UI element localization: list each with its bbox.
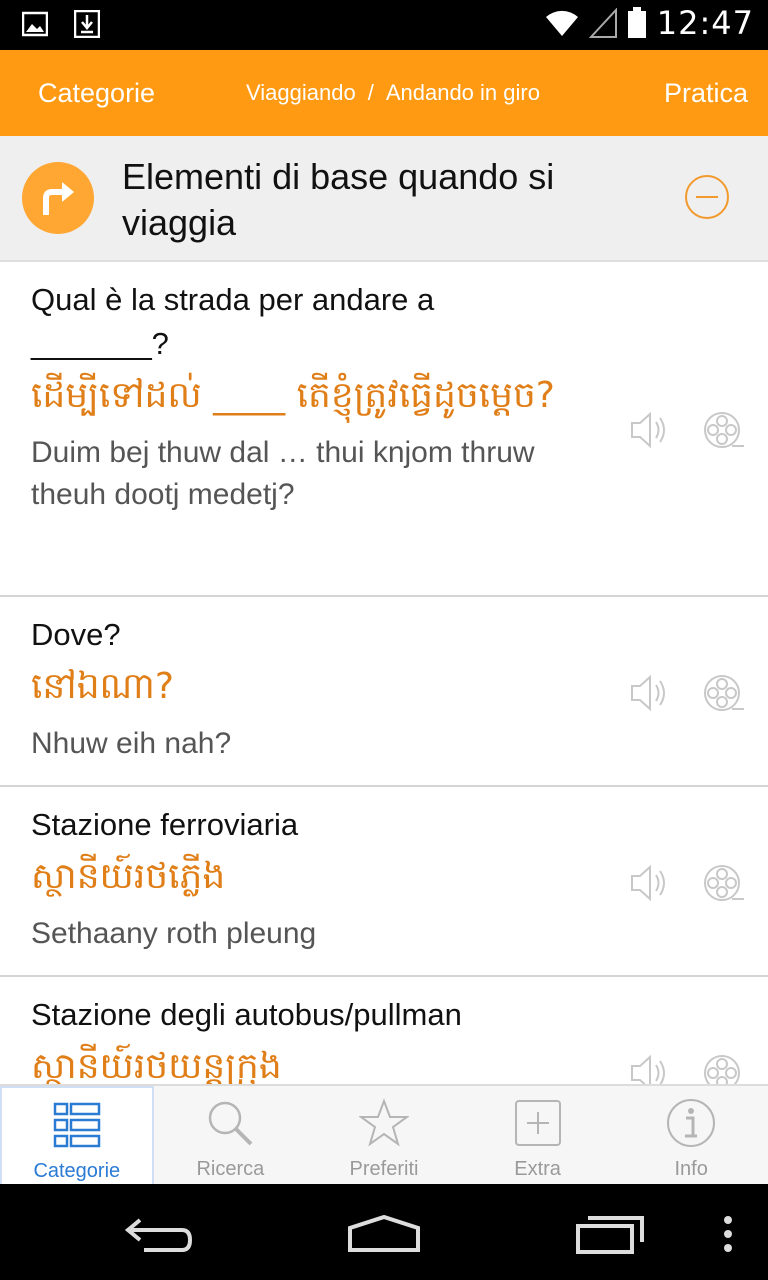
practice-button[interactable]: Pratica: [664, 50, 748, 136]
download-notification-icon: [74, 10, 100, 38]
list-grid-icon: [53, 1102, 101, 1148]
tab-label: Extra: [514, 1158, 561, 1180]
speaker-icon[interactable]: [628, 861, 672, 905]
tab-label: Ricerca: [196, 1158, 265, 1180]
breadcrumb-item-getting-around[interactable]: Andando in giro: [386, 80, 540, 105]
back-icon[interactable]: [124, 1214, 194, 1254]
image-notification-icon: [22, 11, 48, 37]
list-item[interactable]: Stazione ferroviaria ស្ថានីយ៍រថភ្លើង Set…: [0, 787, 768, 977]
phrase-native: Qual è la strada per andare a _______?: [31, 282, 435, 361]
record-reel-icon[interactable]: [702, 861, 746, 905]
record-reel-icon[interactable]: [702, 671, 746, 715]
system-nav-bar: [0, 1184, 768, 1280]
tab-label: Categorie: [33, 1160, 121, 1182]
phrase-foreign: ស្ថានីយ៍រថភ្លើង: [31, 856, 226, 897]
breadcrumb-item-travel[interactable]: Viaggiando: [246, 80, 356, 105]
tab-extra[interactable]: Extra: [461, 1086, 615, 1186]
list-item[interactable]: Dove? នៅឯណា? Nhuw eih nah?: [0, 597, 768, 787]
phrase-foreign: ស្ថានីយ៍រថយន្តក្រុង: [31, 1046, 282, 1084]
phrase-romanization: Duim bej thuw dal … thui knjom thruw the…: [31, 436, 535, 511]
app-header: Categorie Viaggiando / Andando in giro Pra…: [0, 50, 768, 136]
phrase-foreign: ដើម្បីទៅដល់ ____ តើខ្ញុំត្រូវធ្វើដូចម្តេ…: [31, 375, 555, 416]
star-icon: [358, 1098, 409, 1147]
phrase-native: Stazione degli autobus/pullman: [31, 997, 462, 1032]
phrase-romanization: Sethaany roth pleung: [31, 917, 317, 950]
phrase-romanization: Nhuw eih nah?: [31, 727, 232, 760]
tab-info[interactable]: Info: [614, 1086, 768, 1186]
tab-label: Info: [674, 1158, 708, 1180]
overflow-menu-icon[interactable]: [720, 1214, 736, 1254]
battery-icon: [627, 7, 646, 38]
tab-label: Preferiti: [349, 1158, 419, 1180]
phrase-native: Dove?: [31, 617, 121, 652]
breadcrumb: Viaggiando / Andando in giro: [246, 50, 540, 136]
categories-button[interactable]: Categorie: [38, 50, 155, 136]
category-title: Elementi di base quando si viaggia: [122, 156, 555, 243]
speaker-icon[interactable]: [628, 408, 672, 452]
info-icon: [667, 1099, 716, 1147]
wifi-icon: [545, 10, 578, 37]
record-reel-icon[interactable]: [702, 408, 746, 452]
list-item[interactable]: Qual è la strada per andare a _______? ដ…: [0, 262, 768, 597]
tab-favorites[interactable]: Preferiti: [307, 1086, 461, 1186]
home-icon[interactable]: [346, 1214, 422, 1254]
turn-right-arrow-icon: [43, 182, 74, 215]
collapse-minus-icon[interactable]: [684, 174, 730, 220]
speaker-icon[interactable]: [628, 1051, 672, 1084]
search-icon: [209, 1101, 253, 1146]
plus-box-icon: [514, 1100, 561, 1146]
status-bar: 12:47: [0, 0, 768, 50]
bottom-tab-bar: Categorie Ricerca Preferiti Extra Info: [0, 1084, 768, 1186]
tab-search[interactable]: Ricerca: [154, 1086, 308, 1186]
breadcrumb-separator: /: [367, 80, 374, 105]
phrase-list[interactable]: Qual è la strada per andare a _______? ដ…: [0, 262, 768, 1084]
speaker-icon[interactable]: [628, 671, 672, 715]
signal-icon: [588, 8, 617, 38]
category-icon: [22, 162, 94, 234]
record-reel-icon[interactable]: [702, 1051, 746, 1084]
recent-apps-icon[interactable]: [574, 1212, 646, 1256]
list-item[interactable]: Stazione degli autobus/pullman ស្ថានីយ៍រ…: [0, 977, 768, 1084]
phrase-foreign: នៅឯណា?: [31, 666, 175, 707]
tab-categories[interactable]: Categorie: [0, 1086, 154, 1186]
clock: 12:47: [656, 4, 754, 42]
phrase-native: Stazione ferroviaria: [31, 807, 299, 842]
category-header: Elementi di base quando si viaggia: [0, 136, 768, 262]
